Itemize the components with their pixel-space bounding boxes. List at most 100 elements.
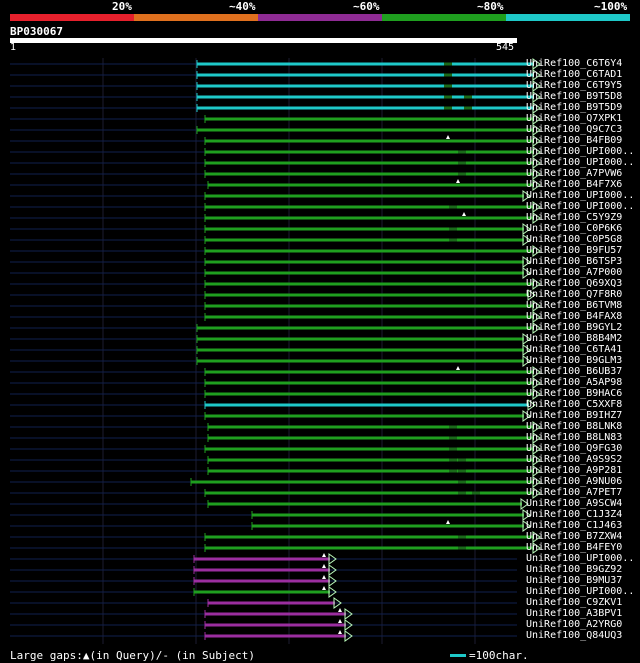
hit-bar	[208, 458, 534, 462]
hit-label[interactable]: UniRef100_Q7F8R0	[526, 289, 622, 300]
hit-label[interactable]: UniRef100_C6T9Y5	[526, 80, 622, 91]
hit-bar	[208, 183, 534, 187]
hit-label[interactable]: UniRef100_B9HAC6	[526, 388, 622, 399]
hit-bar	[205, 623, 346, 627]
gap-mark-subject	[449, 238, 457, 242]
hit-bar	[205, 392, 534, 396]
hit-label[interactable]: UniRef100_C9ZKV1	[526, 597, 622, 608]
hit-label[interactable]: UniRef100_B9MU37	[526, 575, 622, 586]
hit-label[interactable]: UniRef100_UPI000..	[526, 146, 634, 157]
hit-label[interactable]: UniRef100_UPI000..	[526, 586, 634, 597]
gap-mark-query	[338, 630, 342, 634]
gaps-legend: Large gaps:▲(in Query)/- (in Subject)	[10, 649, 256, 662]
hit-label[interactable]: UniRef100_B6TSP3	[526, 256, 622, 267]
hit-bar	[252, 524, 524, 528]
hit-label[interactable]: UniRef100_C5XXF8	[526, 399, 622, 410]
hit-label[interactable]: UniRef100_C0P6K6	[526, 223, 622, 234]
hit-label[interactable]: UniRef100_B9T5D8	[526, 91, 622, 102]
hit-bar	[205, 381, 534, 385]
gap-mark-subject	[449, 436, 457, 440]
hit-label[interactable]: UniRef100_A9NU06	[526, 476, 622, 487]
hit-label[interactable]: UniRef100_B6UB37	[526, 366, 622, 377]
hit-label[interactable]: UniRef100_C5Y9Z9	[526, 212, 622, 223]
hit-label[interactable]: UniRef100_C6TAD1	[526, 69, 622, 80]
hit-bar	[205, 271, 524, 275]
gap-mark-query	[322, 575, 326, 579]
gap-mark-query	[338, 619, 342, 623]
gap-mark-subject	[464, 95, 472, 99]
gap-mark-subject	[458, 172, 466, 176]
hit-label[interactable]: UniRef100_B9GYL2	[526, 322, 622, 333]
gap-mark-subject	[449, 425, 457, 429]
hit-label[interactable]: UniRef100_B8LN83	[526, 432, 622, 443]
gap-mark-subject	[458, 458, 466, 462]
scale-label-100: ~100%	[594, 0, 628, 13]
hit-label[interactable]: UniRef100_B8B4M2	[526, 333, 622, 344]
hit-label[interactable]: UniRef100_B9FU57	[526, 245, 622, 256]
hit-bar	[205, 172, 534, 176]
gap-mark-subject	[449, 458, 457, 462]
hit-label[interactable]: UniRef100_C0P5G8	[526, 234, 622, 245]
hit-bar	[205, 205, 534, 209]
gap-mark-subject	[444, 106, 452, 110]
gap-mark-subject	[458, 161, 466, 165]
hit-label[interactable]: UniRef100_B4FAX8	[526, 311, 622, 322]
hit-label[interactable]: UniRef100_A2YRG0	[526, 619, 622, 630]
hit-bar	[191, 480, 534, 484]
hit-bar	[205, 260, 524, 264]
hit-label[interactable]: UniRef100_B4FB09	[526, 135, 622, 146]
hit-label[interactable]: UniRef100_B4FEY0	[526, 542, 622, 553]
hit-label[interactable]: UniRef100_A5AP98	[526, 377, 622, 388]
hit-label[interactable]: UniRef100_A9S9S2	[526, 454, 622, 465]
gap-mark-query	[456, 366, 460, 370]
hit-label[interactable]: UniRef100_Q9FG30	[526, 443, 622, 454]
gap-mark-query	[446, 520, 450, 524]
hit-label[interactable]: UniRef100_B4F7X6	[526, 179, 622, 190]
hit-bar	[205, 304, 534, 308]
query-end-tick: 545	[496, 42, 515, 53]
hit-label[interactable]: UniRef100_A7PVW6	[526, 168, 622, 179]
hit-label[interactable]: UniRef100_Q69XQ3	[526, 278, 622, 289]
hit-label[interactable]: UniRef100_B9IHZ7	[526, 410, 622, 421]
hit-label[interactable]: UniRef100_A7P000	[526, 267, 622, 278]
hit-label[interactable]: UniRef100_B8LNK8	[526, 421, 622, 432]
hit-label[interactable]: UniRef100_UPI000..	[526, 553, 634, 564]
hit-label[interactable]: UniRef100_B6TVM8	[526, 300, 622, 311]
gap-mark-subject	[458, 469, 466, 473]
hit-label[interactable]: UniRef100_UPI000..	[526, 201, 634, 212]
hit-label[interactable]: UniRef100_B9GLM3	[526, 355, 622, 366]
hit-label[interactable]: UniRef100_UPI000..	[526, 157, 634, 168]
query-title: BP030067	[10, 25, 63, 38]
hit-bar	[252, 513, 524, 517]
hit-bar	[205, 238, 524, 242]
gap-mark-query	[462, 212, 466, 216]
gap-mark-subject	[458, 480, 466, 484]
hit-bar	[205, 161, 534, 165]
hit-label[interactable]: UniRef100_C6T6Y4	[526, 58, 622, 69]
hit-bar	[205, 403, 529, 407]
hit-bar	[205, 612, 346, 616]
hit-label[interactable]: UniRef100_A3BPV1	[526, 608, 622, 619]
hit-label[interactable]: UniRef100_B9GZ92	[526, 564, 622, 575]
hit-label[interactable]: UniRef100_B9T5D9	[526, 102, 622, 113]
hit-bar	[208, 425, 534, 429]
scale-bar-orange	[134, 14, 258, 21]
hit-bar	[205, 139, 534, 143]
gap-mark-subject	[458, 150, 466, 154]
hit-label[interactable]: UniRef100_Q7XPK1	[526, 113, 622, 124]
hit-label[interactable]: UniRef100_C6TA41	[526, 344, 622, 355]
gap-mark-subject	[444, 73, 452, 77]
query-start-tick: 1	[10, 42, 17, 53]
hit-label[interactable]: UniRef100_UPI000..	[526, 190, 634, 201]
hit-label[interactable]: UniRef100_A9SCW4	[526, 498, 622, 509]
hit-label[interactable]: UniRef100_C1J3Z4	[526, 509, 622, 520]
scale-bar-red	[10, 14, 134, 21]
gap-mark-query	[322, 586, 326, 590]
hit-label[interactable]: UniRef100_Q9C7C3	[526, 124, 622, 135]
hit-label[interactable]: UniRef100_B7ZXW4	[526, 531, 622, 542]
hit-label[interactable]: UniRef100_A9P281	[526, 465, 622, 476]
hit-label[interactable]: UniRef100_C1J463	[526, 520, 622, 531]
hit-label[interactable]: UniRef100_A7PET7	[526, 487, 622, 498]
hit-bar	[205, 447, 534, 451]
hit-label[interactable]: UniRef100_Q84UQ3	[526, 630, 622, 641]
